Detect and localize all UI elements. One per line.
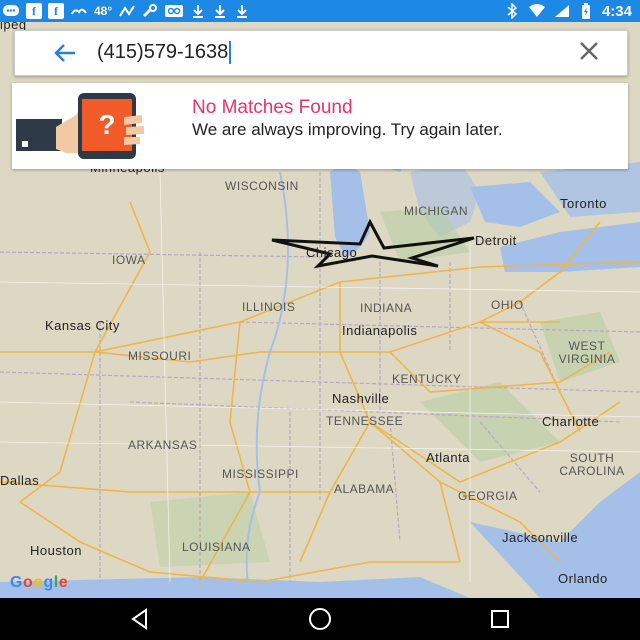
city-label: Toronto <box>560 196 607 211</box>
city-label: Orlando <box>558 571 608 586</box>
city-label: Dallas <box>0 473 40 488</box>
city-label: Chicago <box>306 245 358 260</box>
clock: 4:34 <box>601 2 632 20</box>
state-label: GEORGIA <box>458 489 518 503</box>
recents-icon[interactable] <box>480 606 520 632</box>
download-icon <box>212 2 228 20</box>
result-title: No Matches Found <box>192 97 353 118</box>
state-label: INDIANA <box>360 301 413 315</box>
state-label: TENNESSEE <box>326 414 404 428</box>
download-icon <box>234 2 250 20</box>
state-label: WEST VIRGINIA <box>558 339 616 366</box>
close-icon[interactable] <box>575 37 603 72</box>
activity-icon <box>118 2 136 20</box>
state-label: LOUISIANA <box>182 540 251 554</box>
facebook-icon: f <box>26 3 42 19</box>
state-label: SOUTH CAROLINA <box>559 451 625 478</box>
wrench-icon <box>142 2 158 20</box>
chat-icon <box>2 2 20 20</box>
state-label: IOWA <box>112 253 146 267</box>
weather-icon <box>70 2 88 20</box>
state-label: MICHIGAN <box>404 204 468 218</box>
navigation-bar <box>0 598 640 640</box>
state-label: WISCONSIN <box>225 179 299 193</box>
no-results-card: ? No Matches Found We are always improvi… <box>12 83 628 169</box>
back-icon[interactable] <box>120 606 160 632</box>
facebook-icon: f <box>48 3 64 19</box>
state-label: OHIO <box>491 298 524 312</box>
voicemail-icon <box>164 2 184 20</box>
state-label: ILLINOIS <box>242 300 296 314</box>
state-label: KENTUCKY <box>392 372 462 386</box>
svg-text:?: ? <box>98 109 115 140</box>
state-label: ALABAMA <box>334 482 395 496</box>
city-label: Atlanta <box>426 450 470 465</box>
search-input[interactable]: (415)579-1638 <box>97 41 232 64</box>
download-icon <box>190 2 206 20</box>
bluetooth-icon <box>504 2 520 20</box>
status-bar: f f 48° 4:34 <box>0 0 640 22</box>
google-logo: Google <box>10 574 69 591</box>
state-label: ARKANSAS <box>128 438 198 452</box>
state-label: MISSISSIPPI <box>222 467 299 481</box>
search-bar[interactable]: (415)579-1638 <box>14 30 628 76</box>
city-label: Kansas City <box>45 318 120 333</box>
temperature: 48° <box>94 4 113 18</box>
phone-question-icon: ? <box>16 93 146 164</box>
city-label: Jacksonville <box>502 530 579 545</box>
city-label: Indianapolis <box>342 323 418 338</box>
city-label: Nashville <box>332 391 390 406</box>
battery-icon <box>578 2 594 20</box>
result-message: We are always improving. Try again later… <box>192 120 503 139</box>
wifi-icon <box>528 2 546 20</box>
city-label: Houston <box>30 543 82 558</box>
state-label: MISSOURI <box>128 349 192 363</box>
signal-icon <box>554 2 570 20</box>
arrow-left-icon[interactable] <box>51 39 79 74</box>
city-label: Charlotte <box>542 414 600 429</box>
home-icon[interactable] <box>300 606 340 632</box>
city-label: Detroit <box>475 233 517 248</box>
